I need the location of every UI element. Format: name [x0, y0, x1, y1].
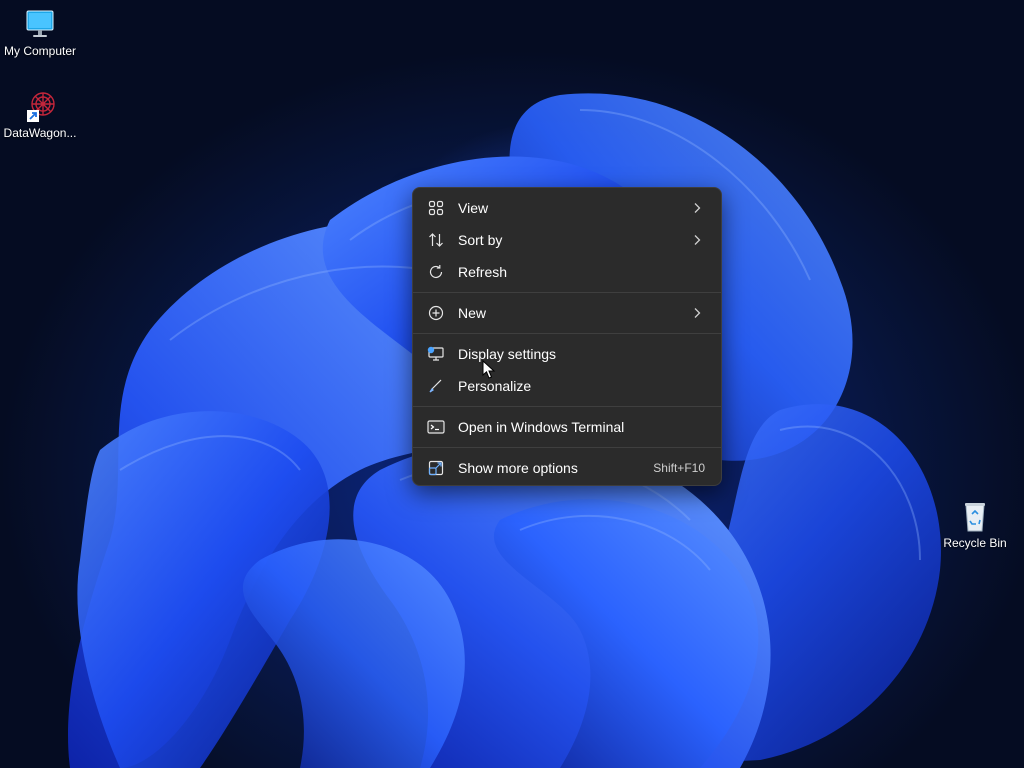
menu-separator: [413, 333, 721, 334]
menu-separator: [413, 292, 721, 293]
menu-separator: [413, 406, 721, 407]
terminal-icon: [427, 418, 445, 436]
menu-item-label: Display settings: [458, 346, 557, 362]
sort-arrows-icon: [427, 231, 445, 249]
menu-item-label: Open in Windows Terminal: [458, 419, 625, 435]
menu-item-refresh[interactable]: Refresh: [417, 256, 717, 288]
brush-icon: [427, 377, 445, 395]
menu-separator: [413, 447, 721, 448]
menu-item-personalize[interactable]: Personalize: [417, 370, 717, 402]
desktop-icon-my-computer[interactable]: My Computer: [0, 8, 80, 58]
grid-icon: [427, 199, 445, 217]
menu-item-view[interactable]: View: [417, 192, 717, 224]
menu-item-label: Sort by: [458, 232, 503, 248]
menu-item-new[interactable]: New: [417, 297, 717, 329]
mouse-cursor-icon: [482, 360, 496, 379]
desktop-icon-recycle-bin[interactable]: Recycle Bin: [935, 500, 1015, 550]
desktop-icon-datawagon[interactable]: DataWagon...: [0, 90, 80, 140]
menu-item-show-more-options[interactable]: Show more options Shift+F10: [417, 452, 717, 484]
desktop-icon-label: Recycle Bin: [943, 536, 1007, 550]
menu-item-open-terminal[interactable]: Open in Windows Terminal: [417, 411, 717, 443]
chevron-right-icon: [687, 202, 707, 214]
menu-item-label: Refresh: [458, 264, 508, 280]
expand-icon: [427, 459, 445, 477]
monitor-icon: [23, 8, 57, 42]
menu-item-label: View: [458, 200, 489, 216]
desktop-icon-label: My Computer: [3, 44, 77, 58]
plus-circle-icon: [427, 304, 445, 322]
menu-item-sort-by[interactable]: Sort by: [417, 224, 717, 256]
display-settings-icon: [427, 345, 445, 363]
menu-item-label: Show more options: [458, 460, 578, 476]
chevron-right-icon: [687, 307, 707, 319]
desktop-icon-label: DataWagon...: [3, 126, 77, 140]
keyboard-shortcut: Shift+F10: [653, 461, 705, 475]
recycle-bin-icon: [958, 500, 992, 534]
menu-item-label: New: [458, 305, 487, 321]
refresh-icon: [427, 263, 445, 281]
datawagon-shortcut-icon: [23, 90, 57, 124]
menu-item-display-settings[interactable]: Display settings: [417, 338, 717, 370]
menu-item-label: Personalize: [458, 378, 532, 394]
desktop-context-menu: View Sort by Refresh New Display setting…: [412, 187, 722, 486]
chevron-right-icon: [687, 234, 707, 246]
